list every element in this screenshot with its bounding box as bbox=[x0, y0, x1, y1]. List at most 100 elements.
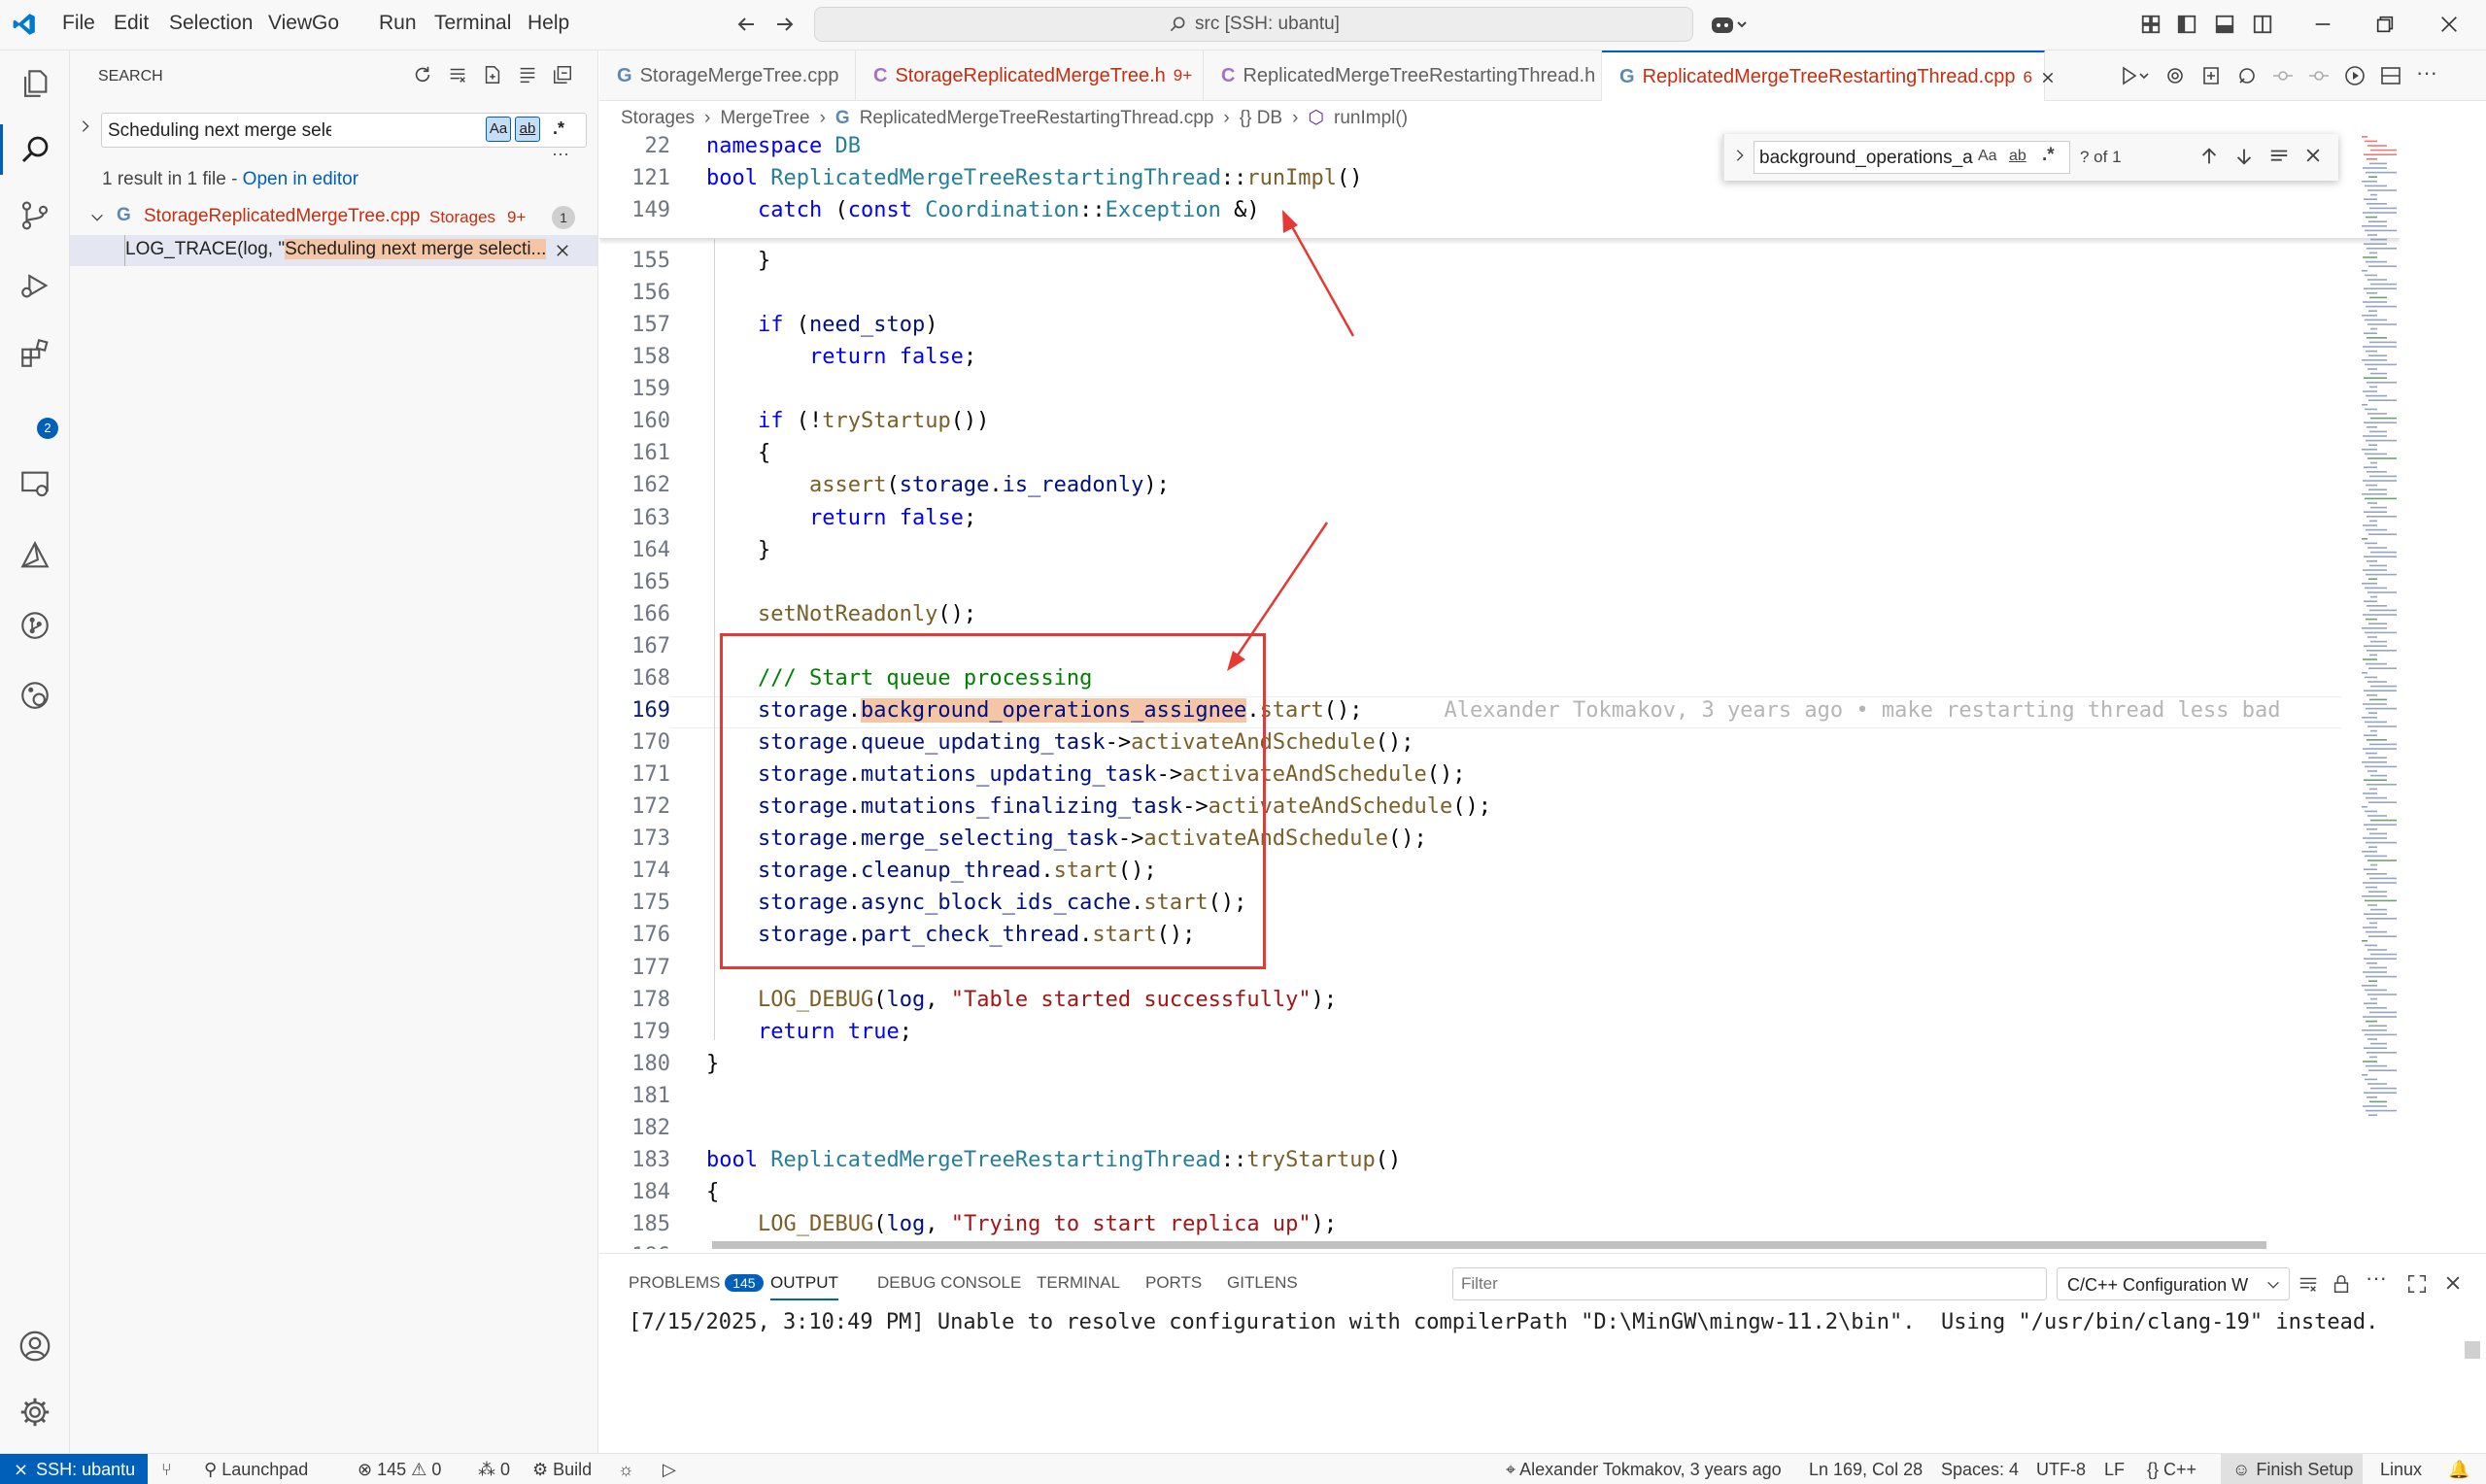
clear-output-icon[interactable] bbox=[2298, 1273, 2319, 1295]
language-mode[interactable]: {} C++ bbox=[2147, 1460, 2197, 1480]
extensions-icon[interactable] bbox=[14, 332, 56, 375]
encoding[interactable]: UTF-8 bbox=[2036, 1460, 2086, 1480]
indentation[interactable]: Spaces: 4 bbox=[1941, 1460, 2019, 1480]
source-control-icon[interactable] bbox=[14, 194, 56, 237]
close-panel-icon[interactable] bbox=[2443, 1273, 2463, 1293]
menu-go[interactable]: Go bbox=[312, 12, 339, 35]
toggle-secondary-sidebar-icon[interactable] bbox=[2252, 14, 2273, 35]
back-arrow-icon[interactable] bbox=[734, 13, 758, 36]
tab-ports[interactable]: PORTS bbox=[1145, 1273, 1202, 1293]
output-filter-input[interactable] bbox=[1452, 1267, 2047, 1300]
cursor-position[interactable]: Ln 169, Col 28 bbox=[1809, 1460, 1923, 1480]
notifications-bell-icon[interactable]: 🔔 bbox=[2448, 1460, 2469, 1480]
collapse-all-icon[interactable] bbox=[552, 64, 573, 85]
commit-icon: ⌖ bbox=[1506, 1460, 1516, 1479]
run-icon[interactable]: ▷ bbox=[663, 1460, 676, 1480]
open-in-editor-link[interactable]: Open in editor bbox=[243, 169, 358, 189]
command-center[interactable]: src [SSH: ubantu] bbox=[814, 7, 1693, 42]
customize-layout-icon[interactable] bbox=[2140, 14, 2162, 35]
menu-file[interactable]: File bbox=[62, 12, 95, 35]
search-input[interactable]: Scheduling next merge selecting task aft… bbox=[101, 113, 587, 148]
toggle-search-details-icon[interactable]: ··· bbox=[552, 144, 569, 164]
tab-debug-console[interactable]: DEBUG CONSOLE bbox=[877, 1273, 1021, 1293]
blame-item[interactable]: ⌖ Alexander Tokmakov, 3 years ago bbox=[1506, 1460, 1782, 1480]
more-actions-icon[interactable]: ··· bbox=[2416, 60, 2437, 85]
remote-explorer-icon[interactable] bbox=[14, 462, 56, 505]
tab-restarting-thread-cpp[interactable]: G ReplicatedMergeTreeRestartingThread.cp… bbox=[1602, 51, 2054, 102]
toggle-replace-chevron-icon[interactable] bbox=[78, 118, 93, 134]
timeline-icon[interactable] bbox=[2343, 64, 2367, 87]
tab-restarting-thread-h[interactable]: C ReplicatedMergeTreeRestartingThread.h bbox=[1204, 51, 1602, 101]
build-item[interactable]: ⚙ Build bbox=[532, 1460, 592, 1480]
regex-toggle[interactable]: .* bbox=[546, 117, 571, 142]
restore-icon[interactable] bbox=[2374, 14, 2396, 35]
bottom-panel: PROBLEMS 145 OUTPUT DEBUG CONSOLE TERMIN… bbox=[599, 1253, 2486, 1453]
code-editor[interactable]: Storages › MergeTree › G ReplicatedMergeTre… bbox=[599, 101, 2400, 1249]
toggle-panel-icon[interactable] bbox=[2214, 14, 2235, 35]
menu-edit[interactable]: Edit bbox=[114, 12, 149, 35]
extensions-badge: 2 bbox=[37, 418, 58, 439]
menu-run[interactable]: Run bbox=[379, 12, 417, 35]
manage-gear-icon[interactable] bbox=[14, 1391, 56, 1433]
compare-icon[interactable] bbox=[2199, 64, 2223, 87]
tab-gitlens[interactable]: GITLENS bbox=[1227, 1273, 1298, 1293]
activity-bar: 2 bbox=[0, 51, 70, 1453]
remote-indicator[interactable]: ⨯ SSH: ubantu bbox=[0, 1454, 148, 1484]
accounts-icon[interactable] bbox=[14, 1325, 56, 1367]
open-changes-icon[interactable] bbox=[2235, 64, 2259, 87]
split-editor-icon[interactable] bbox=[2379, 64, 2402, 87]
toggle-sidebar-icon[interactable] bbox=[2176, 14, 2197, 35]
lock-scroll-icon[interactable] bbox=[2331, 1273, 2352, 1295]
maximize-panel-icon[interactable] bbox=[2406, 1273, 2428, 1295]
settings-gear-icon[interactable] bbox=[2163, 64, 2187, 87]
ports-item[interactable]: ⁂ 0 bbox=[478, 1460, 510, 1480]
run-code-icon[interactable] bbox=[2121, 64, 2150, 87]
os-item[interactable]: Linux bbox=[2380, 1460, 2422, 1480]
horizontal-scrollbar[interactable] bbox=[712, 1241, 2266, 1249]
result-match-row[interactable]: LOG_TRACE(log, "Scheduling next merge se… bbox=[70, 235, 597, 266]
close-window-icon[interactable] bbox=[2438, 14, 2460, 35]
copilot-icon[interactable] bbox=[1710, 12, 1747, 37]
line-ending[interactable]: LF bbox=[2104, 1460, 2125, 1480]
menu-view[interactable]: View bbox=[268, 12, 312, 35]
explorer-icon[interactable] bbox=[14, 62, 56, 105]
previous-change-icon[interactable] bbox=[2271, 64, 2295, 87]
git-branch-icon[interactable]: ⑂ bbox=[161, 1460, 172, 1480]
tab-output[interactable]: OUTPUT bbox=[770, 1273, 838, 1300]
panel-more-icon[interactable]: ··· bbox=[2366, 1265, 2387, 1291]
forward-arrow-icon[interactable] bbox=[773, 13, 797, 36]
tab-terminal[interactable]: TERMINAL bbox=[1037, 1273, 1120, 1293]
run-debug-icon[interactable] bbox=[14, 264, 56, 307]
tab-storage-merge-tree-cpp[interactable]: G StorageMergeTree.cpp bbox=[599, 51, 856, 101]
finish-setup-button[interactable]: ☺ Finish Setup bbox=[2221, 1454, 2363, 1484]
tab-badge: 6 bbox=[2023, 67, 2032, 86]
output-text: [7/15/2025, 3:10:49 PM] Unable to resolv… bbox=[629, 1310, 2379, 1334]
git-graph-icon[interactable] bbox=[14, 604, 56, 647]
debug-icon[interactable]: ☼ bbox=[618, 1460, 634, 1480]
new-search-editor-icon[interactable] bbox=[482, 64, 503, 85]
minimize-icon[interactable] bbox=[2312, 14, 2333, 35]
search-view-icon[interactable] bbox=[14, 128, 56, 171]
menu-selection[interactable]: Selection bbox=[169, 12, 253, 35]
menu-terminal[interactable]: Terminal bbox=[434, 12, 511, 35]
result-file-row[interactable]: G StorageReplicatedMergeTree.cpp Storage… bbox=[70, 202, 597, 233]
refresh-icon[interactable] bbox=[412, 64, 433, 85]
tab-problems[interactable]: PROBLEMS 145 bbox=[629, 1273, 764, 1293]
view-as-tree-icon[interactable] bbox=[517, 64, 538, 85]
problems-item[interactable]: ⊗ 145 ⚠ 0 bbox=[358, 1460, 441, 1480]
minimap[interactable] bbox=[2358, 132, 2400, 1249]
gitlens-icon[interactable] bbox=[14, 674, 56, 717]
whole-word-toggle[interactable]: ab bbox=[515, 117, 540, 142]
dismiss-result-icon[interactable] bbox=[554, 242, 571, 259]
clear-results-icon[interactable] bbox=[447, 64, 468, 85]
output-channel-select[interactable]: C/C++ Configuration W bbox=[2057, 1267, 2290, 1300]
close-tab-icon[interactable] bbox=[2040, 70, 2056, 85]
match-case-toggle[interactable]: Aa bbox=[486, 117, 511, 142]
next-change-icon[interactable] bbox=[2307, 64, 2331, 87]
chevron-down-icon bbox=[2265, 1277, 2281, 1293]
tab-storage-replicated-merge-tree-h[interactable]: C StorageReplicatedMergeTree.h 9+ bbox=[856, 51, 1204, 101]
menu-help[interactable]: Help bbox=[528, 12, 569, 35]
panel-scrollbar[interactable] bbox=[2465, 1341, 2480, 1359]
cmake-icon[interactable] bbox=[14, 534, 56, 577]
launchpad-item[interactable]: ⚲ Launchpad bbox=[204, 1460, 308, 1480]
